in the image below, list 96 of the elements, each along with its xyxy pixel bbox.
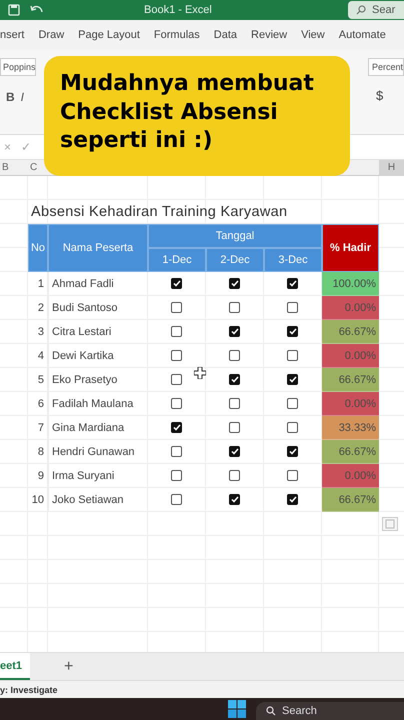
add-sheet-button[interactable]: +	[60, 653, 78, 680]
table-cell: 66.67%	[322, 440, 379, 464]
table-cell: Budi Santoso	[48, 296, 148, 320]
table-header: Tanggal	[148, 224, 322, 248]
table-cell: 0.00%	[322, 344, 379, 368]
checkbox[interactable]	[171, 302, 182, 313]
currency-button[interactable]: $	[376, 88, 404, 103]
checkbox[interactable]	[171, 470, 182, 481]
table-header: 3-Dec	[264, 248, 322, 272]
checkbox[interactable]	[171, 326, 182, 337]
ribbon-tab[interactable]: Review	[251, 29, 288, 41]
checkbox[interactable]	[287, 278, 298, 289]
checkbox[interactable]	[287, 446, 298, 457]
status-bar: y: Investigate	[0, 680, 404, 698]
number-format-field[interactable]: Percent	[368, 58, 404, 76]
italic-button[interactable]: I	[20, 90, 24, 104]
table-header: % Hadir	[322, 224, 379, 272]
table-cell: Irma Suryani	[48, 464, 148, 488]
table-cell: Joko Setiawan	[48, 488, 148, 512]
move-cursor-icon	[194, 367, 206, 379]
checkbox[interactable]	[171, 422, 182, 433]
table-cell: 2	[28, 296, 48, 320]
table-cell: 66.67%	[322, 368, 379, 392]
ribbon-tab[interactable]: Automate	[338, 29, 386, 41]
checkbox[interactable]	[229, 422, 240, 433]
ribbon-tab[interactable]: View	[301, 29, 325, 41]
checkbox[interactable]	[229, 302, 240, 313]
checkbox[interactable]	[171, 350, 182, 361]
table-cell: Eko Prasetyo	[48, 368, 148, 392]
ribbon-tab[interactable]: Data	[214, 29, 238, 41]
ribbon-tab[interactable]: nsert	[0, 29, 24, 41]
ribbon-tab[interactable]: Page Layout	[78, 29, 140, 41]
column-header[interactable]: C	[28, 160, 40, 176]
column-header[interactable]: H	[379, 160, 404, 176]
table-cell: 10	[28, 488, 48, 512]
checkbox[interactable]	[229, 374, 240, 385]
checkbox[interactable]	[171, 398, 182, 409]
checkbox[interactable]	[287, 302, 298, 313]
table-cell: 7	[28, 416, 48, 440]
table-cell: 5	[28, 368, 48, 392]
table-header: Nama Peserta	[48, 224, 148, 272]
table-cell: Fadilah Maulana	[48, 392, 148, 416]
windows-icon[interactable]	[228, 700, 246, 718]
table-cell: Hendri Gunawan	[48, 440, 148, 464]
checkbox[interactable]	[229, 470, 240, 481]
table-cell: 100.00%	[322, 272, 379, 296]
table-cell: 1	[28, 272, 48, 296]
checkbox[interactable]	[229, 326, 240, 337]
table-cell: 66.67%	[322, 488, 379, 512]
table-header: No	[28, 224, 48, 272]
font-field[interactable]: Poppins	[0, 58, 36, 76]
table-cell: Gina Mardiana	[48, 416, 148, 440]
checkbox[interactable]	[171, 374, 182, 385]
table-cell: 4	[28, 344, 48, 368]
table-cell: Dewi Kartika	[48, 344, 148, 368]
checkbox[interactable]	[171, 446, 182, 457]
table-cell: 0.00%	[322, 296, 379, 320]
title-search-field[interactable]: Sear	[348, 1, 404, 19]
checkbox[interactable]	[229, 446, 240, 457]
checkbox[interactable]	[229, 494, 240, 505]
checkbox[interactable]	[229, 398, 240, 409]
checkbox[interactable]	[287, 326, 298, 337]
checkbox[interactable]	[229, 350, 240, 361]
checkbox[interactable]	[229, 278, 240, 289]
bold-button[interactable]: B	[6, 90, 15, 104]
table-cell: 6	[28, 392, 48, 416]
table-cell: 8	[28, 440, 48, 464]
search-icon	[356, 5, 366, 15]
column-header[interactable]: B	[0, 160, 11, 176]
save-icon[interactable]	[8, 4, 20, 16]
ribbon-tab[interactable]: Formulas	[154, 29, 200, 41]
caption-banner: Mudahnya membuat Checklist Absensi seperti ini :)	[44, 56, 350, 176]
table-cell: 0.00%	[322, 392, 379, 416]
checkbox[interactable]	[171, 278, 182, 289]
table-cell: 9	[28, 464, 48, 488]
table-cell: 33.33%	[322, 416, 379, 440]
sheet-title: Absensi Kehadiran Training Karyawan	[30, 204, 288, 220]
table-header: 1-Dec	[148, 248, 206, 272]
checkbox[interactable]	[287, 422, 298, 433]
checkbox[interactable]	[287, 494, 298, 505]
checkbox[interactable]	[287, 470, 298, 481]
checkbox[interactable]	[287, 350, 298, 361]
checkbox[interactable]	[287, 374, 298, 385]
sheet-tab[interactable]: eet1	[0, 653, 30, 680]
window-title: Book1 - Excel	[144, 4, 213, 16]
table-header: 2-Dec	[206, 248, 264, 272]
table-cell: Ahmad Fadli	[48, 272, 148, 296]
checkbox[interactable]	[287, 398, 298, 409]
table-cell: 3	[28, 320, 48, 344]
table-cell: Citra Lestari	[48, 320, 148, 344]
search-icon	[266, 706, 276, 716]
ribbon-tab[interactable]: Draw	[38, 29, 64, 41]
table-cell: 0.00%	[322, 464, 379, 488]
checkbox[interactable]	[171, 494, 182, 505]
table-cell: 66.67%	[322, 320, 379, 344]
taskbar-search-field[interactable]: Search	[256, 702, 404, 720]
